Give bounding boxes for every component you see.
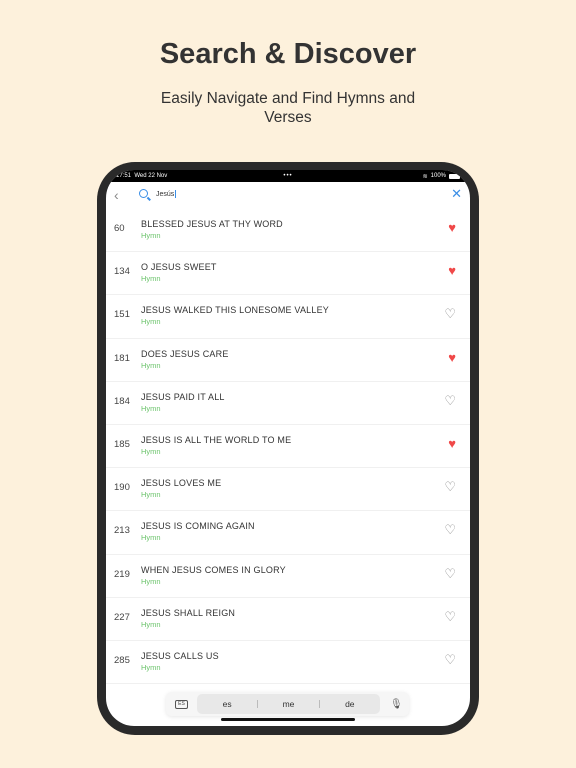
text-cursor [175,190,177,198]
status-bar: 17:51 Wed 22 Nov ••• ≋ 100% [106,170,470,182]
wifi-icon: ≋ [422,173,428,180]
heart-outline-icon[interactable]: ♡ [444,307,456,320]
battery-icon [449,173,460,179]
search-bar: ‹ Jesús ✕ [106,182,470,208]
hymn-title: WHEN JESUS COMES IN GLORY [141,564,286,575]
hymn-number: 285 [114,654,130,666]
heart-outline-icon[interactable]: ♡ [444,480,456,493]
hymn-number: 219 [114,568,130,580]
back-chevron-icon[interactable]: ‹ [114,187,119,203]
hymn-title: BLESSED JESUS AT THY WORD [141,219,283,229]
keyboard-suggestion-bar: ES es me de 🎙︎ [166,692,409,716]
hymn-type: Hymn [141,662,161,672]
hymn-type: Hymn [141,274,161,284]
hymn-type: Hymn [141,533,161,543]
multitask-dots[interactable]: ••• [283,173,292,179]
hymn-number: 134 [114,266,130,278]
status-date: Wed 22 Nov [134,173,168,179]
hymn-title: JESUS IS COMING AGAIN [141,521,255,532]
hymn-title: JESUS SHALL REIGN [141,607,236,618]
heart-filled-icon[interactable]: ♥ [448,437,456,450]
hymn-number: 227 [114,611,130,623]
hymn-row[interactable]: 181 DOES JESUS CARE Hymn ♥ [106,339,470,382]
hymn-type: Hymn [141,446,161,456]
hymn-number: 185 [114,438,130,450]
hymn-number: 190 [114,482,130,494]
heart-filled-icon[interactable]: ♥ [448,264,456,277]
heart-outline-icon[interactable]: ♡ [444,394,456,407]
hymn-type: Hymn [141,490,161,500]
page-title: Search & Discover [159,38,417,70]
hymn-number: 151 [114,309,130,321]
hymn-title: O JESUS SWEET [141,262,217,273]
suggestion[interactable]: es [197,699,257,709]
hymn-title: JESUS CALLS US [141,650,219,661]
hymn-row[interactable]: 219 WHEN JESUS COMES IN GLORY Hymn ♡ [106,555,470,598]
page-subtitle: Easily Navigate and Find Hymns and Verse… [160,90,416,126]
heart-outline-icon[interactable]: ♡ [444,653,456,666]
hymn-number: 184 [114,395,130,407]
hymn-type: Hymn [141,231,161,240]
search-icon [139,189,148,198]
heart-outline-icon[interactable]: ♡ [444,610,456,623]
clear-search-icon[interactable]: ✕ [451,186,462,202]
hymn-title: DOES JESUS CARE [141,348,229,359]
hymn-row[interactable]: 134 O JESUS SWEET Hymn ♥ [106,252,470,296]
home-indicator[interactable] [221,718,355,721]
heart-filled-icon[interactable]: ♥ [448,351,456,364]
heart-outline-icon[interactable]: ♡ [444,567,456,580]
hymn-row[interactable]: 213 JESUS IS COMING AGAIN Hymn ♡ [106,511,470,555]
hymn-type: Hymn [141,360,161,370]
battery-level: 100% [430,173,446,179]
suggestion[interactable]: de [320,699,380,709]
screen: 17:51 Wed 22 Nov ••• ≋ 100% ‹ Jesús ✕ 60 … [106,170,470,726]
hymn-type: Hymn [141,619,161,629]
hymn-row[interactable]: 185 JESUS IS ALL THE WORLD TO ME Hymn ♥ [106,425,470,469]
hymn-number: 213 [114,525,130,537]
hymn-title: JESUS PAID IT ALL [141,391,225,402]
tablet-frame: 17:51 Wed 22 Nov ••• ≋ 100% ‹ Jesús ✕ 60 … [97,162,479,735]
search-value: Jesús [156,190,175,198]
hymn-row[interactable]: 190 JESUS LOVES ME Hymn ♡ [106,468,470,512]
hymn-title: JESUS IS ALL THE WORLD TO ME [141,434,292,445]
hymn-list: 60 BLESSED JESUS AT THY WORD Hymn ♥ 134 O… [106,209,470,685]
heart-outline-icon[interactable]: ♡ [444,523,456,536]
microphone-icon[interactable]: 🎙︎ [390,699,403,710]
hymn-title: JESUS LOVES ME [141,478,222,489]
hymn-number: 181 [114,352,130,364]
hymn-row[interactable]: 227 JESUS SHALL REIGN Hymn ♡ [106,598,470,641]
search-input[interactable]: Jesús [156,190,356,198]
hymn-row[interactable]: 151 JESUS WALKED THIS LONESOME VALLEY Hy… [106,295,470,339]
hymn-row[interactable]: 60 BLESSED JESUS AT THY WORD Hymn ♥ [106,209,470,253]
hymn-row[interactable]: 184 JESUS PAID IT ALL Hymn ♡ [106,382,470,425]
hymn-type: Hymn [141,317,161,327]
status-time: 17:51 [116,173,132,179]
hymn-number: 60 [114,223,125,234]
language-key[interactable]: ES [175,699,188,709]
suggestion[interactable]: me [258,699,318,709]
hymn-row[interactable]: 285 JESUS CALLS US Hymn ♡ [106,641,470,685]
hymn-type: Hymn [141,403,161,413]
suggestions: es me de [197,694,380,714]
heart-filled-icon[interactable]: ♥ [448,221,456,234]
hymn-title: JESUS WALKED THIS LONESOME VALLEY [141,305,329,316]
hymn-type: Hymn [141,576,161,586]
